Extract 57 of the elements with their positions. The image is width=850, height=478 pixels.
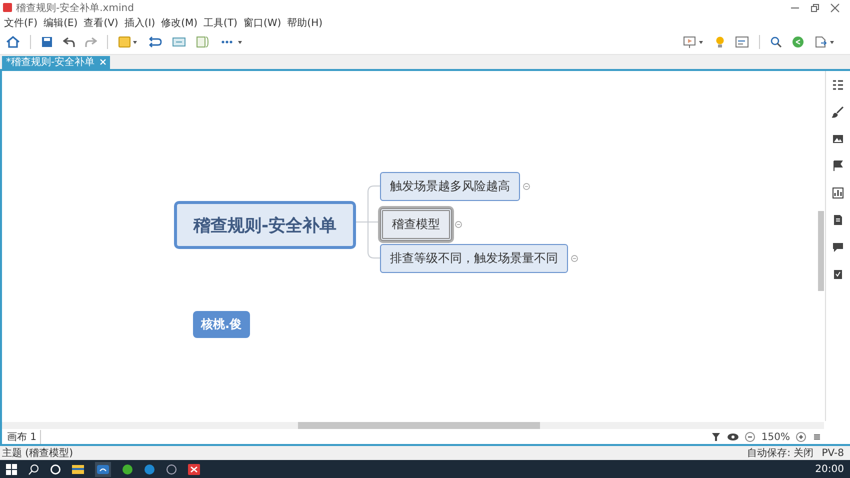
menu-item[interactable]: 文件(F) bbox=[4, 16, 38, 30]
subtopic[interactable]: 排查等级不同，触发场景量不同 bbox=[380, 244, 568, 273]
status-topic: 主题 (稽查模型) bbox=[2, 446, 73, 460]
zoom-level: 150% bbox=[761, 432, 790, 442]
clipboard-icon[interactable] bbox=[832, 268, 844, 280]
windows-start-icon[interactable] bbox=[6, 464, 17, 474]
list-icon[interactable] bbox=[832, 79, 844, 91]
expand-icon[interactable] bbox=[455, 221, 462, 228]
menu-item[interactable]: 帮助(H) bbox=[287, 16, 322, 30]
close-icon[interactable] bbox=[830, 2, 840, 12]
chart-icon[interactable] bbox=[832, 187, 844, 199]
topic-style-icon[interactable] bbox=[118, 36, 138, 48]
flag-icon[interactable] bbox=[832, 160, 844, 172]
home-icon[interactable] bbox=[6, 36, 20, 48]
vertical-scrollbar[interactable] bbox=[818, 211, 824, 291]
relationship-icon[interactable] bbox=[148, 36, 162, 48]
circle-icon[interactable] bbox=[50, 464, 61, 474]
subtopic[interactable]: 稽查模型 bbox=[380, 208, 452, 241]
folder-icon[interactable] bbox=[72, 464, 84, 474]
boundary-icon[interactable] bbox=[172, 36, 186, 48]
subtopic[interactable]: 触发场景越多风险越高 bbox=[380, 172, 520, 201]
fit-icon[interactable] bbox=[812, 432, 822, 442]
horizontal-scrollbar[interactable] bbox=[2, 422, 824, 429]
outline-icon[interactable] bbox=[735, 36, 749, 48]
central-topic[interactable]: 稽查规则-安全补单 bbox=[174, 201, 356, 249]
share-icon[interactable] bbox=[792, 36, 804, 48]
search-icon[interactable] bbox=[770, 36, 782, 48]
comment-icon[interactable] bbox=[832, 241, 844, 253]
menu-item[interactable]: 工具(T) bbox=[204, 16, 238, 30]
note-icon[interactable] bbox=[832, 214, 844, 226]
menu-item[interactable]: 编辑(E) bbox=[44, 16, 78, 30]
expand-icon[interactable] bbox=[571, 255, 578, 262]
menu-item[interactable]: 窗口(W) bbox=[243, 16, 282, 30]
menu-item[interactable]: 插入(I) bbox=[124, 16, 156, 30]
xmind-icon[interactable] bbox=[188, 464, 200, 474]
search-icon[interactable] bbox=[28, 464, 39, 474]
lightbulb-icon[interactable] bbox=[715, 36, 725, 48]
taskbar-clock: 20:00 bbox=[815, 464, 844, 474]
zoom-out-icon[interactable] bbox=[745, 432, 756, 442]
menu-item[interactable]: 查看(V) bbox=[84, 16, 118, 30]
autosave-status: 自动保存: 关闭 bbox=[747, 446, 814, 460]
expand-icon[interactable] bbox=[523, 183, 530, 190]
window-title: 稽查规则-安全补单.xmind bbox=[16, 2, 134, 14]
app-icon[interactable] bbox=[95, 462, 111, 476]
save-icon[interactable] bbox=[41, 36, 53, 48]
version-label: PV-8 bbox=[822, 448, 844, 458]
export-icon[interactable] bbox=[814, 36, 836, 48]
image-icon[interactable] bbox=[832, 133, 844, 145]
eye-icon[interactable] bbox=[727, 432, 740, 442]
restore-icon[interactable] bbox=[810, 2, 820, 12]
brush-icon[interactable] bbox=[832, 106, 844, 118]
undo-icon[interactable] bbox=[63, 36, 75, 48]
zoom-in-icon[interactable] bbox=[796, 432, 806, 442]
filter-icon[interactable] bbox=[711, 432, 722, 442]
presentation-icon[interactable] bbox=[683, 36, 705, 48]
app-logo-icon bbox=[3, 3, 12, 12]
menu-item[interactable]: 修改(M) bbox=[161, 16, 198, 30]
